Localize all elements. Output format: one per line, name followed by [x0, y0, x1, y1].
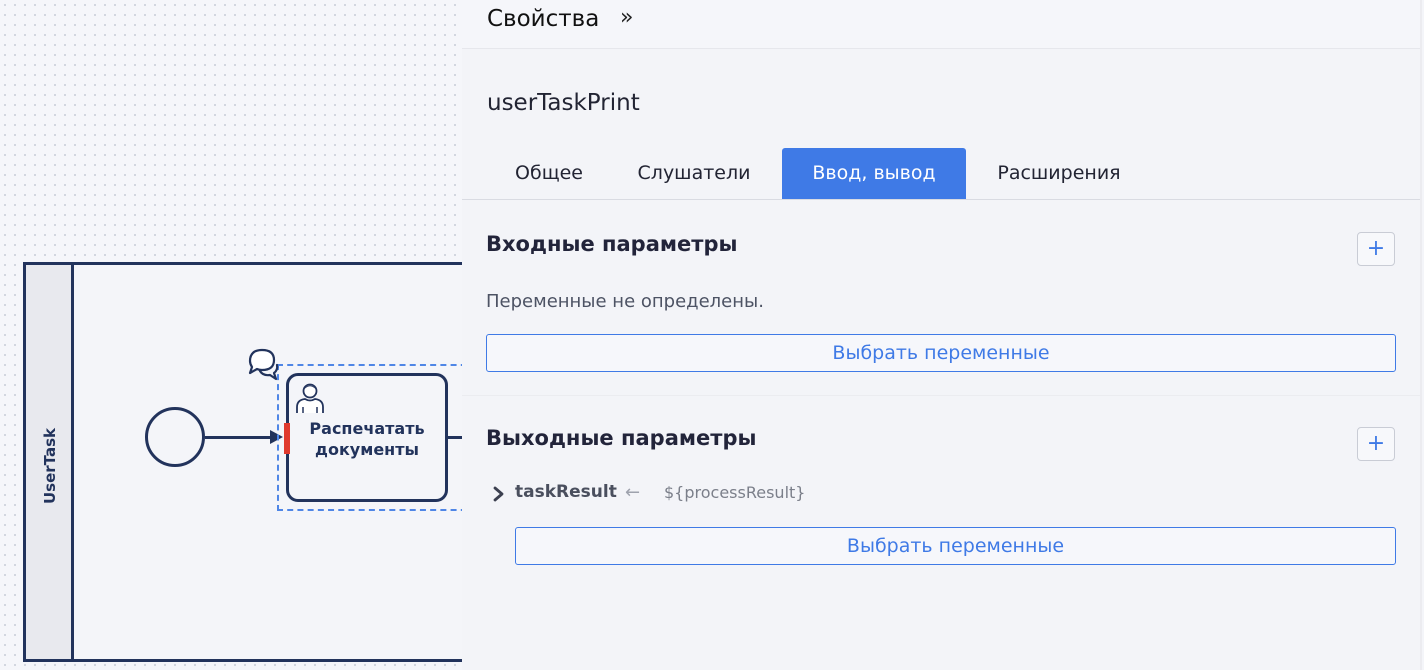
- output-param-value: ${processResult}: [664, 483, 806, 502]
- tab-extensions[interactable]: Расширения: [976, 148, 1142, 199]
- bpmn-canvas[interactable]: UserTask Распечатать документы: [0, 0, 462, 670]
- task-label: Распечатать документы: [289, 418, 445, 460]
- add-input-param-button[interactable]: +: [1357, 232, 1395, 266]
- tab-general[interactable]: Общее: [490, 148, 608, 199]
- tab-bar: Общее Слушатели Ввод, вывод Расширения: [462, 148, 1422, 200]
- collapse-panel-icon[interactable]: »: [620, 5, 633, 30]
- task-label-line2: документы: [315, 440, 419, 459]
- arrow-left-icon: ←: [625, 482, 641, 503]
- panel-title: Свойства: [487, 6, 600, 32]
- outgoing-flow[interactable]: [448, 436, 462, 439]
- select-input-variables-button[interactable]: Выбрать переменные: [486, 334, 1396, 372]
- properties-panel: Свойства » userTaskPrint Общее Слушатели…: [462, 0, 1422, 670]
- select-output-variables-button[interactable]: Выбрать переменные: [515, 527, 1396, 565]
- element-name: userTaskPrint: [487, 90, 640, 116]
- add-output-param-button[interactable]: +: [1357, 427, 1395, 461]
- user-icon: [296, 383, 324, 413]
- task-label-line1: Распечатать: [309, 419, 425, 438]
- tab-listeners[interactable]: Слушатели: [622, 148, 766, 199]
- input-params-title: Входные параметры: [486, 232, 738, 256]
- lane-header[interactable]: UserTask: [26, 265, 74, 659]
- panel-header: Свойства »: [462, 0, 1422, 49]
- sequence-flow[interactable]: [205, 436, 273, 439]
- section-divider: [462, 395, 1422, 396]
- chevron-right-icon[interactable]: [492, 485, 506, 503]
- tab-input-output[interactable]: Ввод, вывод: [782, 148, 966, 199]
- panel-edge: [1420, 0, 1422, 670]
- output-param-name: taskResult: [515, 482, 617, 502]
- comment-icon[interactable]: [244, 345, 282, 383]
- output-params-title: Выходные параметры: [486, 426, 757, 450]
- input-params-empty-text: Переменные не определены.: [486, 291, 764, 312]
- lane-label: UserTask: [41, 427, 59, 505]
- start-event[interactable]: [145, 407, 205, 467]
- user-task[interactable]: Распечатать документы: [284, 373, 448, 502]
